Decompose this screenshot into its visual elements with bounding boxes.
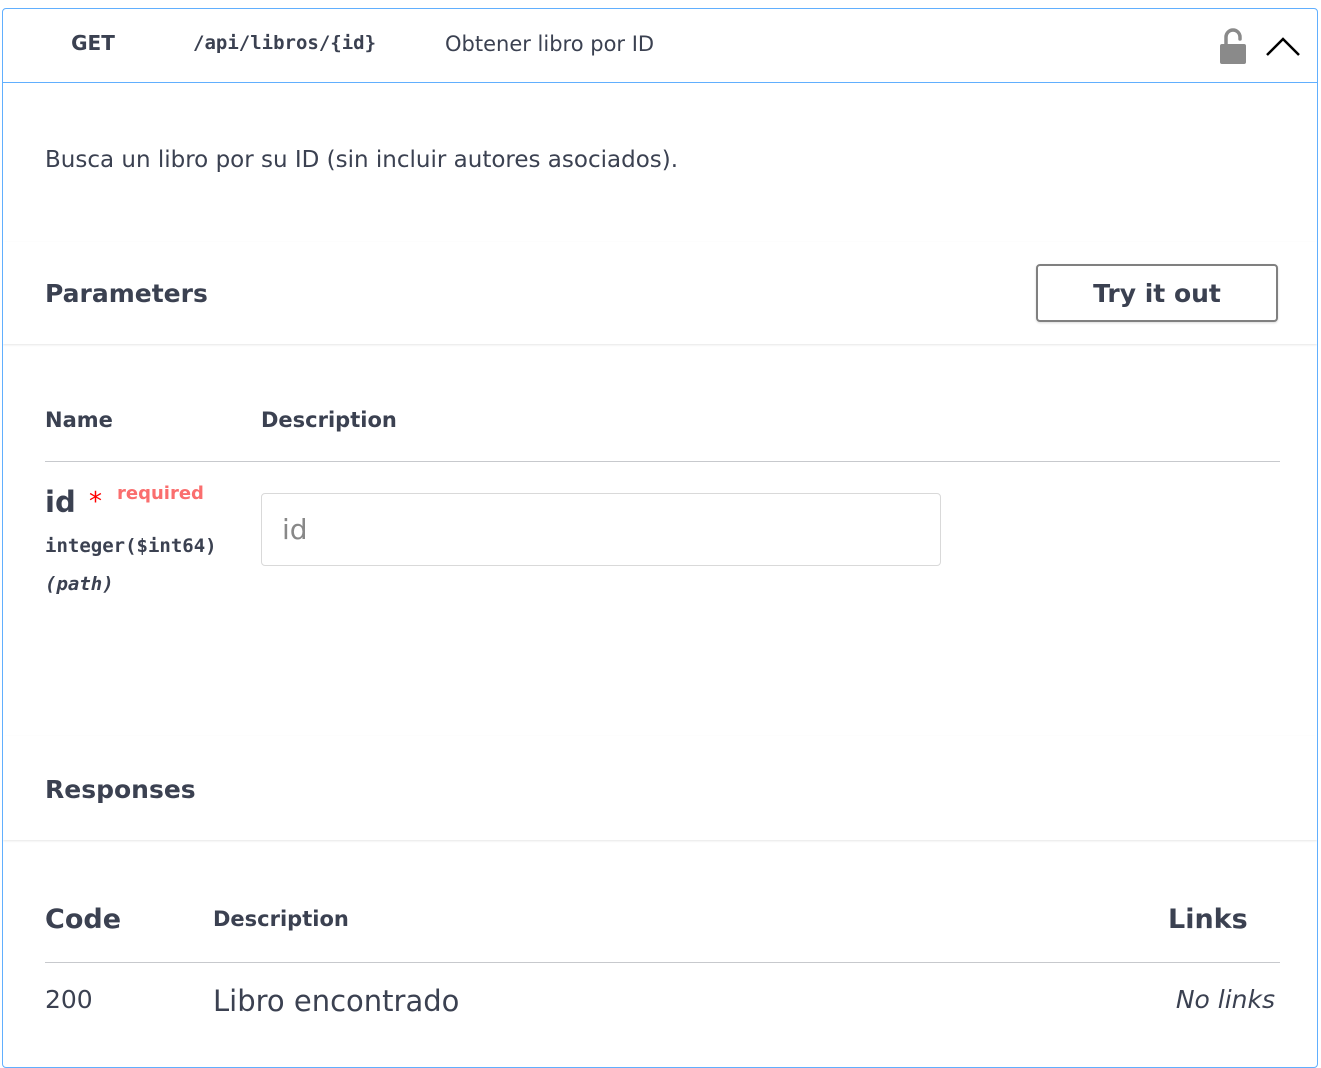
parameter-location: (path) — [45, 573, 114, 595]
lock-icon[interactable] — [1217, 26, 1249, 66]
http-method: GET — [71, 31, 115, 55]
parameter-name: id — [45, 485, 76, 519]
response-links-column-header: Links — [1168, 904, 1248, 935]
operation-block: GET /api/libros/{id} Obtener libro por I… — [2, 8, 1318, 1068]
parameter-type-name: integer — [45, 535, 126, 557]
response-table-divider — [45, 962, 1280, 963]
operation-summary[interactable]: GET /api/libros/{id} Obtener libro por I… — [3, 9, 1317, 83]
id-input[interactable] — [261, 493, 941, 566]
try-it-out-button[interactable]: Try it out — [1036, 264, 1278, 322]
parameter-type: integer($int64) — [45, 535, 217, 557]
param-table-divider — [45, 461, 1280, 462]
response-description: Libro encontrado — [213, 984, 460, 1018]
endpoint-path: /api/libros/{id} — [193, 32, 377, 54]
operation-summary-text: Obtener libro por ID — [445, 32, 655, 56]
responses-title: Responses — [45, 775, 196, 804]
required-label: required — [117, 483, 204, 504]
param-description-column-header: Description — [261, 408, 397, 432]
chevron-up-icon[interactable] — [1263, 29, 1303, 61]
required-asterisk: * — [89, 487, 102, 517]
response-code-column-header: Code — [45, 904, 122, 935]
response-code: 200 — [45, 985, 93, 1014]
response-links: No links — [1175, 985, 1275, 1014]
response-description-column-header: Description — [213, 907, 349, 931]
parameter-format: ($int64) — [125, 535, 217, 557]
parameters-header: Parameters Try it out — [3, 242, 1317, 344]
param-name-column-header: Name — [45, 408, 113, 432]
operation-description: Busca un libro por su ID (sin incluir au… — [45, 147, 679, 173]
parameters-title: Parameters — [45, 279, 208, 308]
responses-header: Responses — [3, 736, 1317, 840]
